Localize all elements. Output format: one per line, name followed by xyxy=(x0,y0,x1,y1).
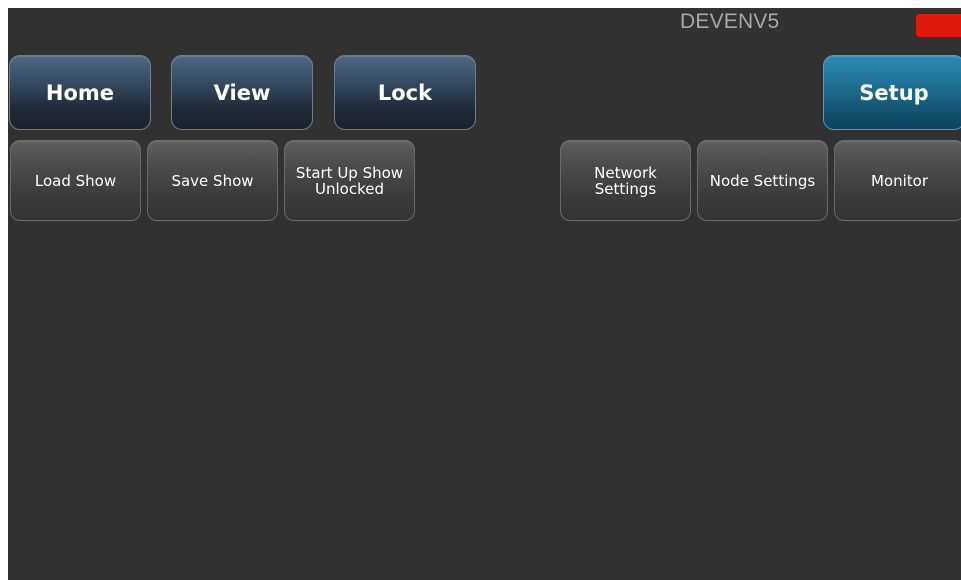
tab-lock[interactable]: Lock xyxy=(334,55,476,130)
save-show-button[interactable]: Save Show xyxy=(147,140,278,221)
network-settings-button[interactable]: Network Settings xyxy=(560,140,691,221)
device-name-label: DEVENV5 xyxy=(680,10,780,33)
status-indicator-icon xyxy=(915,13,961,38)
tab-view[interactable]: View xyxy=(171,55,313,130)
save-show-label: Save Show xyxy=(171,171,254,190)
node-settings-label: Node Settings xyxy=(709,171,816,190)
startup-show-button[interactable]: Start Up Show Unlocked xyxy=(284,140,415,221)
monitor-button[interactable]: Monitor xyxy=(834,140,961,221)
monitor-label: Monitor xyxy=(870,171,929,190)
load-show-button[interactable]: Load Show xyxy=(10,140,141,221)
tab-home[interactable]: Home xyxy=(9,55,151,130)
startup-show-label: Start Up Show Unlocked xyxy=(295,163,404,198)
tab-setup[interactable]: Setup xyxy=(823,55,961,130)
app-screen: DEVENV5 Home View Lock Setup Load Show S… xyxy=(8,8,961,580)
network-settings-label: Network Settings xyxy=(594,163,657,198)
load-show-label: Load Show xyxy=(34,171,117,190)
node-settings-button[interactable]: Node Settings xyxy=(697,140,828,221)
